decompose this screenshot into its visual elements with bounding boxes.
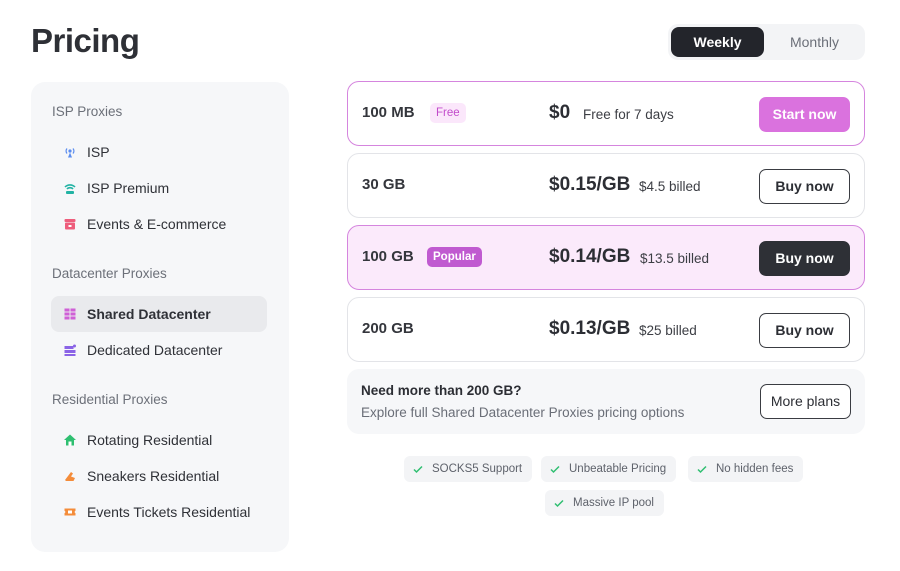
plan-card-30gb: 30 GB $0.15/GB $4.5 billed Buy now <box>347 153 865 218</box>
proxy-type-sidebar: ISP Proxies ISP ISP Premium Events & E-c… <box>31 82 289 552</box>
sidebar-item-sneakers-residential[interactable]: Sneakers Residential <box>51 458 267 494</box>
plan-size: 100 MB <box>362 104 415 121</box>
sidebar-item-label: Shared Datacenter <box>87 306 211 322</box>
plan-billing-note: $4.5 billed <box>639 179 701 194</box>
wifi-icon <box>63 181 77 195</box>
antenna-icon <box>63 145 77 159</box>
plan-card-100mb: 100 MB Free $0 Free for 7 days Start now <box>347 81 865 146</box>
plan-card-200gb: 200 GB $0.13/GB $25 billed Buy now <box>347 297 865 362</box>
plan-billing-note: $13.5 billed <box>640 251 710 266</box>
plan-size: 200 GB <box>362 320 414 337</box>
feature-chip: SOCKS5 Support <box>404 456 533 482</box>
sidebar-item-dedicated-datacenter[interactable]: Dedicated Datacenter <box>51 332 267 368</box>
grid-icon <box>63 307 77 321</box>
plan-billing-note: Free for 7 days <box>583 107 674 122</box>
more-plans-card: Need more than 200 GB? Explore full Shar… <box>347 369 865 434</box>
feature-label: Unbeatable Pricing <box>569 463 667 475</box>
monthly-option[interactable]: Monthly <box>768 27 861 57</box>
section-datacenter-proxies: Datacenter Proxies <box>52 266 167 281</box>
billing-period-toggle: Weekly Monthly <box>668 24 865 60</box>
sidebar-item-isp-premium[interactable]: ISP Premium <box>51 170 267 206</box>
feature-label: SOCKS5 Support <box>432 463 523 475</box>
check-icon <box>553 497 565 509</box>
sidebar-item-events-ecommerce[interactable]: Events & E-commerce <box>51 206 267 242</box>
feature-chip: Massive IP pool <box>545 490 664 516</box>
shop-icon <box>63 217 77 231</box>
sidebar-item-label: ISP Premium <box>87 180 170 196</box>
buy-now-button[interactable]: Buy now <box>759 169 850 204</box>
section-residential-proxies: Residential Proxies <box>52 392 168 407</box>
section-isp-proxies: ISP Proxies <box>52 104 123 119</box>
page-title: Pricing <box>31 22 140 59</box>
sneaker-icon <box>63 469 77 483</box>
sidebar-item-events-tickets-residential[interactable]: Events Tickets Residential <box>51 494 267 530</box>
feature-label: Massive IP pool <box>573 497 654 509</box>
feature-chip: No hidden fees <box>688 456 804 482</box>
more-plans-question: Need more than 200 GB? <box>361 383 522 398</box>
plan-price: $0.14/GB <box>549 246 631 267</box>
sidebar-item-shared-datacenter[interactable]: Shared Datacenter <box>51 296 267 332</box>
buy-now-button[interactable]: Buy now <box>759 241 850 276</box>
buy-now-button[interactable]: Buy now <box>759 313 850 348</box>
sidebar-item-label: Events Tickets Residential <box>87 504 251 520</box>
plan-price: $0.13/GB <box>549 318 631 339</box>
sidebar-item-label: Rotating Residential <box>87 432 213 448</box>
check-icon <box>549 463 561 475</box>
sidebar-item-label: Dedicated Datacenter <box>87 342 223 358</box>
server-icon <box>63 343 77 357</box>
sidebar-item-label: ISP <box>87 144 110 160</box>
weekly-option[interactable]: Weekly <box>671 27 764 57</box>
free-badge: Free <box>430 103 466 123</box>
ticket-icon <box>63 505 77 519</box>
sidebar-item-label: Sneakers Residential <box>87 468 220 484</box>
popular-badge: Popular <box>427 247 482 267</box>
check-icon <box>412 463 424 475</box>
plan-price: $0 <box>549 102 571 123</box>
plan-price: $0.15/GB <box>549 174 631 195</box>
sidebar-item-rotating-residential[interactable]: Rotating Residential <box>51 422 267 458</box>
home-icon <box>63 433 77 447</box>
plan-card-100gb: 100 GB Popular $0.14/GB $13.5 billed Buy… <box>347 225 865 290</box>
sidebar-item-label: Events & E-commerce <box>87 216 227 232</box>
plan-size: 30 GB <box>362 176 406 193</box>
start-now-button[interactable]: Start now <box>759 97 850 132</box>
feature-chip: Unbeatable Pricing <box>541 456 677 482</box>
plan-size: 100 GB <box>362 248 414 265</box>
plan-billing-note: $25 billed <box>639 323 697 338</box>
more-plans-description: Explore full Shared Datacenter Proxies p… <box>361 405 685 420</box>
check-icon <box>696 463 708 475</box>
feature-label: No hidden fees <box>716 463 794 475</box>
more-plans-button[interactable]: More plans <box>760 384 851 419</box>
sidebar-item-isp[interactable]: ISP <box>51 134 267 170</box>
